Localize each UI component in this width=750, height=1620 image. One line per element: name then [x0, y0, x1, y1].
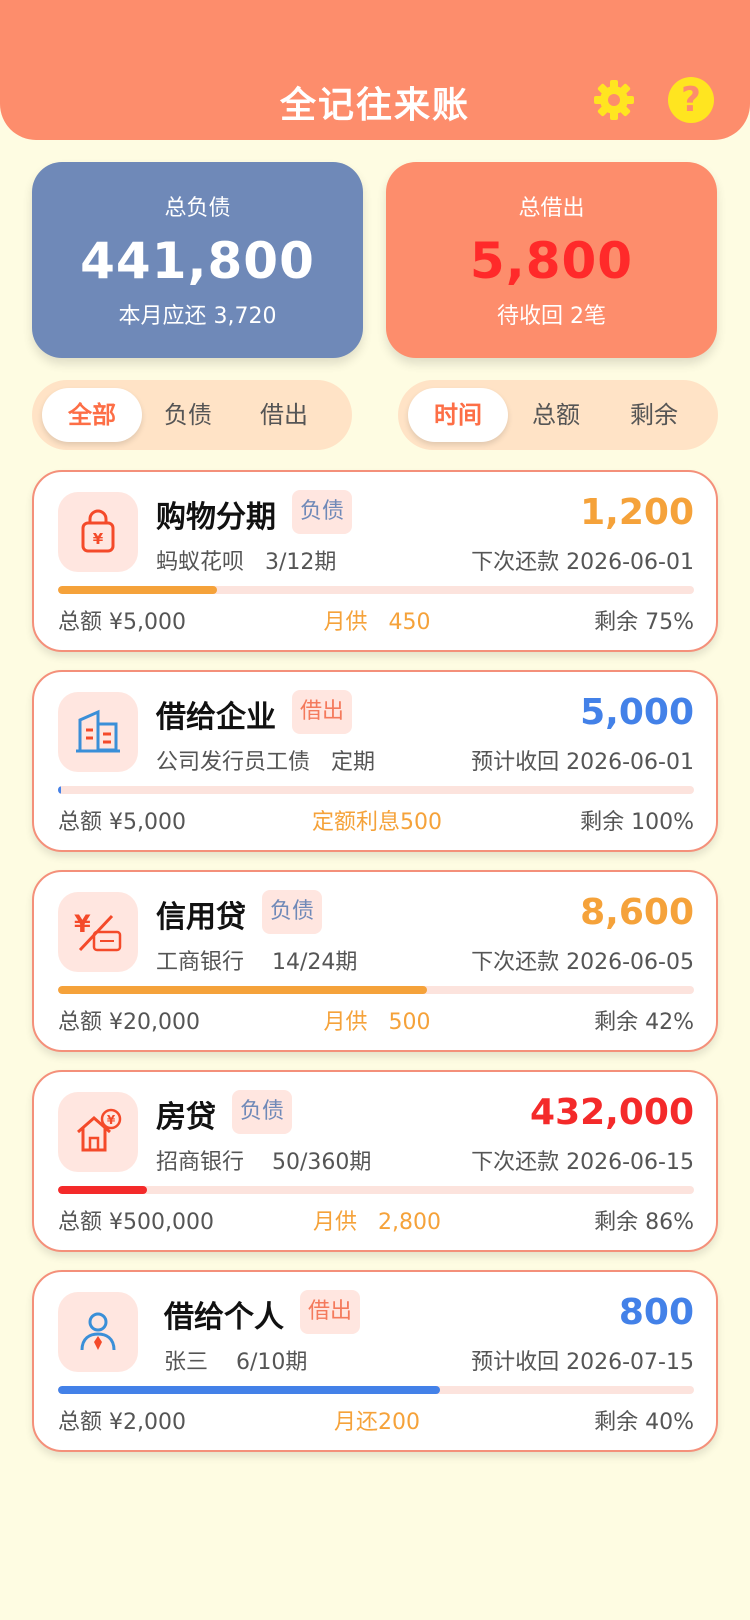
progress-bar: [58, 1186, 694, 1194]
progress-bar: [58, 1386, 694, 1394]
record-icon-box: [58, 692, 138, 772]
record-amount: 5,000: [580, 692, 694, 733]
sort-tab-time[interactable]: 时间: [408, 388, 508, 442]
record-card[interactable]: 借给个人 借出 800 张三 6/10期 预计收回 2026-07-15 总额 …: [32, 1270, 718, 1452]
record-icon-box: [58, 1292, 138, 1372]
record-icon-box: ¥: [58, 892, 138, 972]
record-date: 下次还款 2026-06-01: [471, 550, 694, 575]
record-icon-box: ¥: [58, 1092, 138, 1172]
record-source: 招商银行 50/360期: [156, 1150, 372, 1175]
shopping-bag-icon: ¥: [81, 509, 115, 553]
record-card[interactable]: 借给企业 借出 5,000 公司发行员工债 定期 预计收回 2026-06-01…: [32, 670, 718, 852]
record-remaining: 剩余 100%: [580, 810, 694, 835]
record-remaining: 剩余 75%: [594, 610, 694, 635]
progress-bar: [58, 986, 694, 994]
record-tag: 负债: [262, 890, 323, 934]
record-title: 信用贷: [156, 900, 246, 935]
record-amount: 1,200: [580, 492, 694, 533]
building-icon: [76, 709, 120, 753]
question-icon: ?: [681, 80, 701, 120]
filter-tab-lend[interactable]: 借出: [234, 388, 334, 442]
progress-bar: [58, 786, 694, 794]
record-source: 蚂蚁花呗 3/12期: [156, 550, 337, 575]
monthly-due-text: 本月应还 3,720: [118, 304, 277, 329]
record-card[interactable]: ¥ 信用贷 负债 8,600 工商银行 14/24期 下次还款 2026-06-…: [32, 870, 718, 1052]
record-amount: 800: [618, 1292, 694, 1333]
svg-text:¥: ¥: [74, 910, 91, 938]
total-debt-value: 441,800: [80, 232, 315, 290]
sort-tab-remaining[interactable]: 剩余: [604, 388, 704, 442]
record-tag: 借出: [300, 1290, 361, 1334]
record-source: 工商银行 14/24期: [156, 950, 358, 975]
record-amount: 8,600: [580, 892, 694, 933]
total-debt-card[interactable]: 总负债 441,800 本月应还 3,720: [32, 162, 363, 358]
progress-fill: [58, 986, 427, 994]
person-icon: [80, 1312, 116, 1351]
record-card[interactable]: ¥ 购物分期 负债 1,200 蚂蚁花呗 3/12期 下次还款 2026-06-…: [32, 470, 718, 652]
record-date: 预计收回 2026-07-15: [471, 1350, 694, 1375]
record-icon-box: ¥: [58, 492, 138, 572]
record-source: 公司发行员工债 定期: [156, 750, 376, 775]
page-title: 全记往来账: [279, 85, 470, 126]
credit-card-icon: ¥: [74, 910, 122, 952]
pending-collect-text: 待收回 2笔: [497, 304, 606, 329]
sort-tab-total[interactable]: 总额: [506, 388, 606, 442]
progress-bar: [58, 586, 694, 594]
record-tag: 负债: [292, 490, 353, 534]
record-date: 预计收回 2026-06-01: [471, 750, 694, 775]
record-remaining: 剩余 86%: [594, 1210, 694, 1235]
progress-fill: [58, 786, 61, 794]
house-icon: ¥: [77, 1108, 122, 1152]
record-date: 下次还款 2026-06-05: [471, 950, 694, 975]
total-debt-label: 总负债: [164, 196, 231, 221]
record-date: 下次还款 2026-06-15: [471, 1150, 694, 1175]
record-remaining: 剩余 40%: [594, 1410, 694, 1435]
total-lent-value: 5,800: [469, 232, 634, 290]
svg-text:¥: ¥: [107, 1113, 116, 1127]
record-source: 张三 6/10期: [164, 1350, 308, 1375]
total-lent-label: 总借出: [518, 196, 585, 221]
record-tag: 借出: [292, 690, 353, 734]
record-title: 房贷: [156, 1100, 216, 1135]
record-amount: 432,000: [530, 1092, 694, 1133]
sort-segment: 时间 总额 剩余: [398, 380, 718, 450]
svg-text:¥: ¥: [93, 530, 104, 548]
record-card[interactable]: ¥ 房贷 负债 432,000 招商银行 50/360期 下次还款 2026-0…: [32, 1070, 718, 1252]
record-remaining: 剩余 42%: [594, 1010, 694, 1035]
filter-segment: 全部 负债 借出: [32, 380, 352, 450]
record-tag: 负债: [232, 1090, 293, 1134]
settings-button[interactable]: [592, 78, 636, 122]
progress-fill: [58, 1386, 440, 1394]
progress-fill: [58, 1186, 148, 1194]
progress-fill: [58, 586, 217, 594]
record-title: 购物分期: [156, 500, 276, 535]
help-button[interactable]: ?: [668, 77, 714, 123]
record-title: 借给企业: [156, 700, 276, 735]
total-lent-card[interactable]: 总借出 5,800 待收回 2笔: [386, 162, 717, 358]
app-header: 全记往来账 ?: [0, 0, 750, 140]
filter-tab-debt[interactable]: 负债: [138, 388, 238, 442]
record-title: 借给个人: [164, 1300, 284, 1335]
filter-tab-all[interactable]: 全部: [42, 388, 142, 442]
gear-icon: [594, 80, 634, 120]
